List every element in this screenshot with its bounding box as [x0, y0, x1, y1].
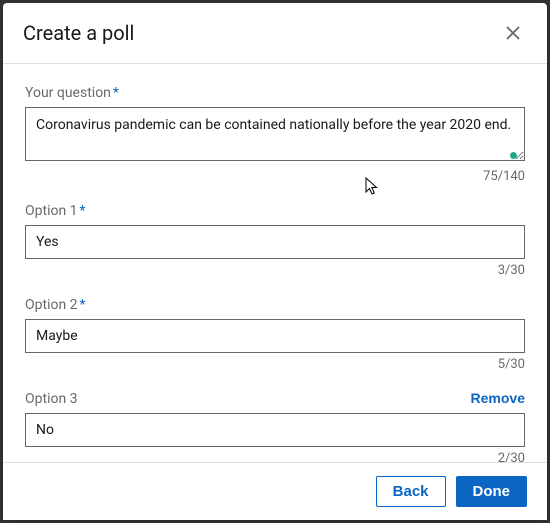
- question-field: Your question* 75/140: [25, 82, 525, 184]
- option-2-input[interactable]: [25, 319, 525, 353]
- back-button[interactable]: Back: [376, 476, 446, 507]
- option-3-counter: 2/30: [25, 451, 525, 462]
- dialog-header: Create a poll: [3, 3, 547, 64]
- question-input[interactable]: [25, 107, 525, 161]
- grammar-indicator-icon: [510, 152, 517, 159]
- option-2-counter: 5/30: [25, 357, 525, 372]
- done-button[interactable]: Done: [456, 476, 528, 507]
- dialog-title: Create a poll: [23, 21, 134, 45]
- option-3-field: Option 3 Remove 2/30: [25, 388, 525, 462]
- option-1-counter: 3/30: [25, 263, 525, 278]
- option-2-field: Option 2* 5/30: [25, 294, 525, 372]
- dialog-body[interactable]: Your question* 75/140 Option 1* 3/30: [3, 64, 547, 462]
- option-label: Option 3: [25, 391, 78, 407]
- option-3-input[interactable]: [25, 413, 525, 447]
- required-asterisk: *: [80, 297, 86, 313]
- close-button[interactable]: [499, 19, 527, 47]
- option-label: Option 1: [25, 203, 78, 219]
- question-counter: 75/140: [25, 169, 525, 184]
- option-1-input[interactable]: [25, 225, 525, 259]
- question-label: Your question: [25, 85, 111, 101]
- close-icon: [503, 23, 523, 43]
- remove-option-button[interactable]: Remove: [471, 390, 525, 406]
- option-label: Option 2: [25, 297, 78, 313]
- option-1-field: Option 1* 3/30: [25, 200, 525, 278]
- required-asterisk: *: [113, 85, 119, 101]
- create-poll-dialog: Create a poll Your question* 75/140: [3, 3, 547, 520]
- required-asterisk: *: [80, 203, 86, 219]
- dialog-footer: Back Done: [3, 462, 547, 520]
